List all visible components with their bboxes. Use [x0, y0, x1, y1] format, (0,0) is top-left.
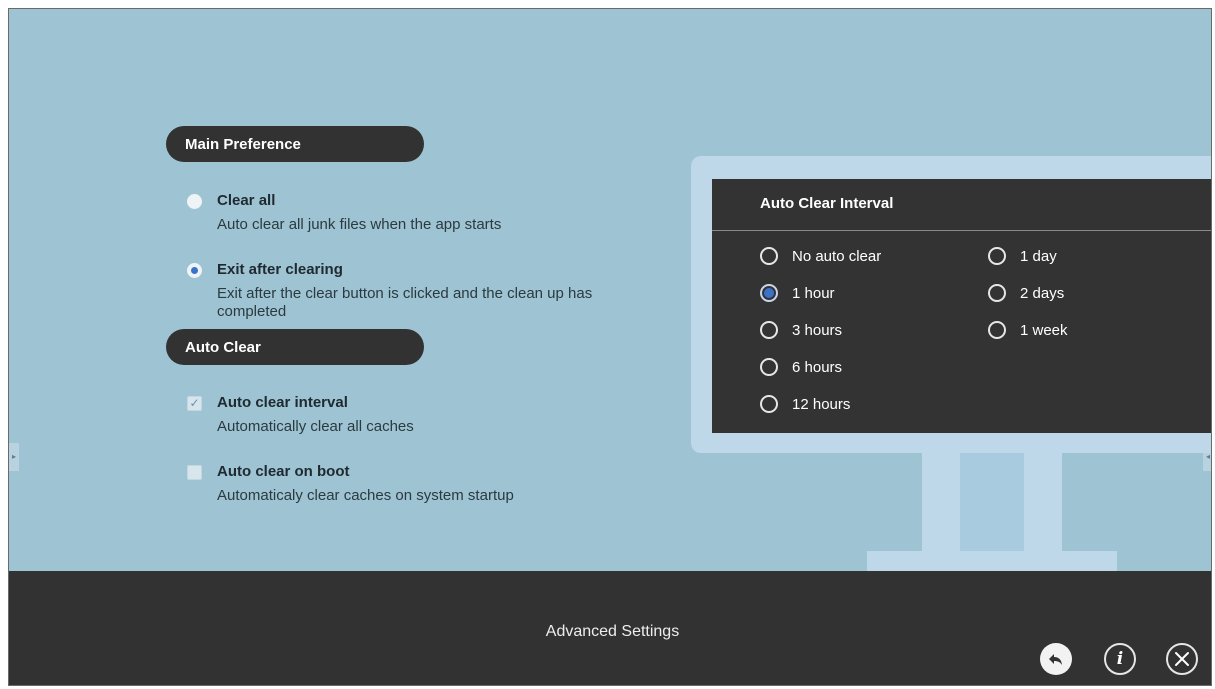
content-area: Main Preference Clear all Auto clear all… — [9, 9, 1211, 571]
radio-exit-after-clearing[interactable] — [187, 263, 202, 278]
interval-option-3-hours[interactable]: 3 hours — [760, 321, 842, 339]
dialog-divider — [712, 230, 1211, 231]
left-side-tab[interactable]: ▸ — [9, 443, 19, 471]
info-icon: i — [1116, 649, 1124, 669]
footer-bar: Advanced Settings i — [9, 571, 1211, 685]
section-header-auto-clear: Auto Clear — [166, 329, 424, 365]
interval-option-label: 1 week — [1020, 321, 1068, 339]
option-description: Auto clear all junk files when the app s… — [217, 216, 502, 233]
radio-icon[interactable] — [760, 358, 778, 376]
info-button[interactable]: i — [1104, 643, 1136, 675]
interval-option-label: No auto clear — [792, 247, 882, 265]
interval-option-2-days[interactable]: 2 days — [988, 284, 1064, 302]
radio-selected-icon[interactable] — [760, 284, 778, 302]
radio-clear-all[interactable] — [187, 194, 202, 209]
section-header-label: Main Preference — [185, 135, 301, 153]
option-description: Automaticaly clear caches on system star… — [217, 487, 514, 504]
radio-icon[interactable] — [760, 247, 778, 265]
option-description: Automatically clear all caches — [217, 418, 414, 435]
monitor-stand-left — [922, 453, 960, 553]
footer-title: Advanced Settings — [545, 623, 680, 640]
interval-option-label: 1 hour — [792, 284, 835, 302]
radio-icon[interactable] — [760, 395, 778, 413]
close-icon — [1175, 652, 1189, 666]
radio-icon[interactable] — [988, 321, 1006, 339]
interval-option-1-day[interactable]: 1 day — [988, 247, 1057, 265]
interval-option-no-auto-clear[interactable]: No auto clear — [760, 247, 881, 265]
interval-option-label: 6 hours — [792, 358, 843, 376]
checkbox-auto-clear-on-boot[interactable] — [187, 465, 202, 480]
dialog-title: Auto Clear Interval — [760, 195, 894, 212]
option-description: Exit after the clear button is clicked a… — [217, 285, 593, 320]
option-title: Auto clear interval — [217, 394, 348, 411]
option-title: Exit after clearing — [217, 261, 343, 278]
interval-option-label: 2 days — [1020, 284, 1065, 302]
option-title: Auto clear on boot — [217, 463, 350, 480]
back-button[interactable] — [1040, 643, 1072, 675]
radio-icon[interactable] — [988, 284, 1006, 302]
section-header-main-preference: Main Preference — [166, 126, 424, 162]
section-header-label: Auto Clear — [185, 338, 261, 356]
monitor-stand-base — [867, 551, 1117, 571]
interval-option-label: 12 hours — [792, 395, 851, 413]
close-button[interactable] — [1166, 643, 1198, 675]
interval-option-label: 1 day — [1020, 247, 1057, 265]
interval-option-1-week[interactable]: 1 week — [988, 321, 1068, 339]
interval-option-6-hours[interactable]: 6 hours — [760, 358, 842, 376]
back-icon — [1049, 654, 1062, 665]
monitor-stand-right — [1024, 453, 1062, 553]
interval-option-label: 3 hours — [792, 321, 843, 339]
monitor-stand-gap — [960, 453, 1024, 551]
option-title: Clear all — [217, 192, 276, 209]
interval-option-1-hour[interactable]: 1 hour — [760, 284, 835, 302]
radio-icon[interactable] — [988, 247, 1006, 265]
checkbox-auto-clear-interval[interactable]: ✓ — [187, 396, 202, 411]
radio-icon[interactable] — [760, 321, 778, 339]
app-window: Main Preference Clear all Auto clear all… — [8, 8, 1212, 686]
interval-option-12-hours[interactable]: 12 hours — [760, 395, 850, 413]
auto-clear-interval-dialog: Auto Clear Interval No auto clear 1 hour… — [712, 179, 1211, 433]
